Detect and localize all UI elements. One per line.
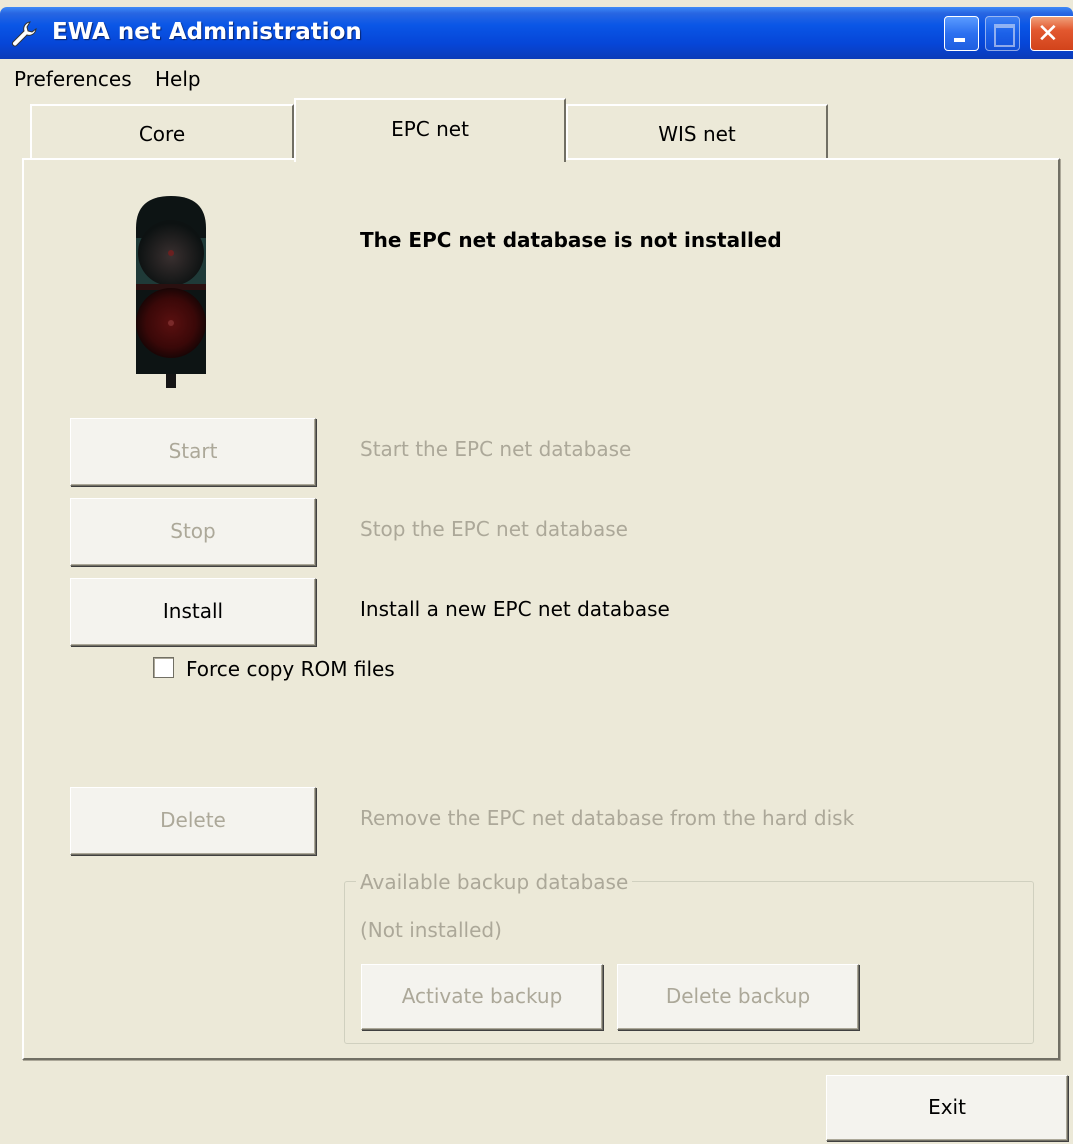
- start-description: Start the EPC net database: [360, 437, 632, 461]
- stop-description: Stop the EPC net database: [360, 517, 628, 541]
- delete-description: Remove the EPC net database from the har…: [360, 806, 855, 830]
- tab-epc-net[interactable]: EPC net: [294, 98, 566, 162]
- install-button[interactable]: Install: [70, 578, 316, 646]
- title-bar[interactable]: EWA net Administration ✕: [0, 7, 1073, 59]
- activate-backup-button[interactable]: Activate backup: [361, 964, 603, 1030]
- close-icon: ✕: [1037, 19, 1059, 49]
- tab-epc-net-label: EPC net: [391, 117, 469, 141]
- force-copy-checkbox[interactable]: [153, 657, 174, 678]
- delete-button[interactable]: Delete: [70, 787, 316, 855]
- window-title: EWA net Administration: [52, 19, 362, 45]
- traffic-light-icon: [136, 196, 206, 388]
- tab-core-label: Core: [138, 122, 186, 146]
- delete-backup-button[interactable]: Delete backup: [617, 964, 859, 1030]
- backup-groupbox-legend: Available backup database: [356, 870, 633, 894]
- backup-status: (Not installed): [360, 918, 502, 942]
- stop-button[interactable]: Stop: [70, 498, 316, 566]
- menu-help[interactable]: Help: [155, 67, 201, 91]
- wrench-icon: [12, 21, 37, 47]
- menu-preferences[interactable]: Preferences: [14, 67, 132, 91]
- start-button[interactable]: Start: [70, 418, 316, 486]
- close-button[interactable]: ✕: [1030, 16, 1073, 51]
- tab-wis-net[interactable]: WIS net: [566, 104, 828, 160]
- maximize-button[interactable]: [985, 16, 1020, 51]
- minimize-button[interactable]: [944, 16, 979, 51]
- exit-button[interactable]: Exit: [826, 1075, 1068, 1141]
- tab-core[interactable]: Core: [30, 104, 294, 160]
- tab-wis-net-label: WIS net: [658, 122, 736, 146]
- status-message: The EPC net database is not installed: [360, 228, 782, 252]
- menu-bar: Preferences Help: [0, 60, 1073, 96]
- install-description: Install a new EPC net database: [360, 597, 670, 621]
- force-copy-label[interactable]: Force copy ROM files: [186, 657, 395, 681]
